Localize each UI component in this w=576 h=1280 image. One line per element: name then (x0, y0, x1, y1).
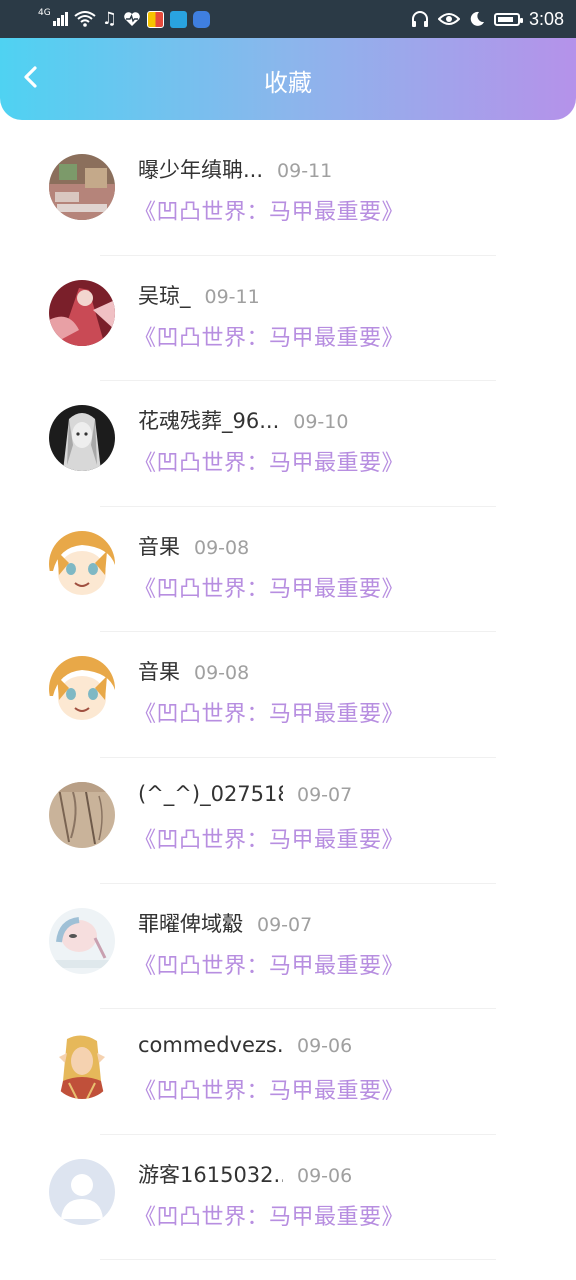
app-icon (146, 10, 164, 28)
list-item[interactable]: 吴琼_ 09-11 《凹凸世界：马甲最重要》 (0, 256, 576, 382)
moon-icon (470, 11, 484, 26)
item-header: commedvezs... 09-06 (138, 1033, 352, 1057)
item-date: 09-11 (204, 285, 260, 308)
avatar[interactable] (49, 656, 115, 723)
book-title[interactable]: 《凹凸世界：马甲最重要》 (134, 948, 404, 980)
app-header: 收藏 (0, 38, 576, 120)
list-item[interactable]: 音果 09-08 《凹凸世界：马甲最重要》 (0, 632, 576, 758)
status-bar: 4G ♫ 3:08 (0, 0, 576, 38)
eye-icon (437, 13, 460, 25)
signal-icon (52, 12, 68, 26)
item-date: 09-10 (293, 411, 349, 434)
avatar[interactable] (49, 1158, 115, 1225)
user-name: (^_^)_027518... (138, 781, 283, 806)
item-header: 花魂残葬_96... 09-10 (138, 405, 348, 435)
avatar[interactable] (49, 154, 115, 220)
user-name: 花魂残葬_96... (138, 409, 280, 434)
item-header: 罪曜俾域觳 09-07 (138, 908, 312, 938)
avatar[interactable] (49, 530, 115, 597)
item-date: 09-08 (194, 662, 250, 685)
status-time: 3:08 (528, 9, 564, 29)
default-avatar-icon (49, 1158, 115, 1225)
book-title[interactable]: 《凹凸世界：马甲最重要》 (134, 571, 404, 603)
battery-icon (493, 12, 523, 26)
status-left: 4G ♫ (38, 0, 210, 38)
book-title[interactable]: 《凹凸世界：马甲最重要》 (134, 320, 404, 352)
heart-rate-icon (124, 12, 140, 26)
book-title[interactable]: 《凹凸世界：马甲最重要》 (134, 696, 404, 728)
user-name: 吴琼_ (138, 283, 191, 308)
status-right: 3:08 (411, 0, 564, 38)
item-header: 音果 09-08 (138, 656, 249, 686)
user-name: 曝少年缜聃... (138, 158, 264, 182)
list-item[interactable]: 音果 09-08 《凹凸世界：马甲最重要》 (0, 507, 576, 633)
item-date: 09-08 (194, 536, 250, 559)
item-date: 09-11 (277, 160, 333, 182)
headphones-icon (411, 11, 428, 27)
avatar[interactable] (49, 781, 115, 848)
book-title[interactable]: 《凹凸世界：马甲最重要》 (134, 1073, 404, 1105)
item-header: (^_^)_027518... 09-07 (138, 782, 352, 806)
avatar[interactable] (49, 279, 115, 346)
book-title[interactable]: 《凹凸世界：马甲最重要》 (134, 822, 404, 854)
avatar[interactable] (49, 907, 115, 974)
divider (100, 1259, 496, 1261)
list-item[interactable]: (^_^)_027518... 09-07 《凹凸世界：马甲最重要》 (0, 758, 576, 884)
item-header: 曝少年缜聃... 09-11 (138, 154, 332, 184)
network-type: 4G (38, 8, 51, 18)
item-header: 游客1615032... 09-06 (138, 1159, 352, 1189)
user-name: 音果 (138, 660, 180, 685)
item-header: 吴琼_ 09-11 (138, 280, 260, 310)
user-name: 游客1615032... (138, 1162, 283, 1187)
page-title: 收藏 (264, 69, 312, 97)
book-title[interactable]: 《凹凸世界：马甲最重要》 (134, 194, 404, 226)
list-item[interactable]: 游客1615032... 09-06 《凹凸世界：马甲最重要》 (0, 1135, 576, 1261)
avatar[interactable] (49, 405, 115, 472)
user-name: 罪曜俾域觳 (138, 911, 243, 936)
book-title[interactable]: 《凹凸世界：马甲最重要》 (134, 1199, 404, 1231)
user-name: 音果 (138, 534, 180, 559)
favorites-list: 曝少年缜聃... 09-11 《凹凸世界：马甲最重要》 吴琼_ 09-11 《凹凸世… (0, 130, 576, 1261)
list-item[interactable]: commedvezs... 09-06 《凹凸世界：马甲最重要》 (0, 1009, 576, 1135)
item-date: 09-06 (297, 1164, 353, 1187)
list-item[interactable]: 花魂残葬_96... 09-10 《凹凸世界：马甲最重要》 (0, 381, 576, 507)
item-date: 09-06 (297, 1035, 353, 1058)
music-icon: ♫ (101, 9, 117, 29)
wifi-icon (74, 11, 96, 27)
list-item[interactable]: 罪曜俾域觳 09-07 《凹凸世界：马甲最重要》 (0, 884, 576, 1010)
user-name: commedvezs... (138, 1033, 283, 1058)
app-icon (169, 10, 187, 28)
item-header: 音果 09-08 (138, 531, 249, 561)
app-icon (192, 10, 210, 28)
book-title[interactable]: 《凹凸世界：马甲最重要》 (134, 445, 404, 477)
item-date: 09-07 (297, 783, 353, 806)
avatar[interactable] (49, 1033, 115, 1100)
list-item[interactable]: 曝少年缜聃... 09-11 《凹凸世界：马甲最重要》 (0, 130, 576, 256)
item-date: 09-07 (257, 913, 313, 936)
